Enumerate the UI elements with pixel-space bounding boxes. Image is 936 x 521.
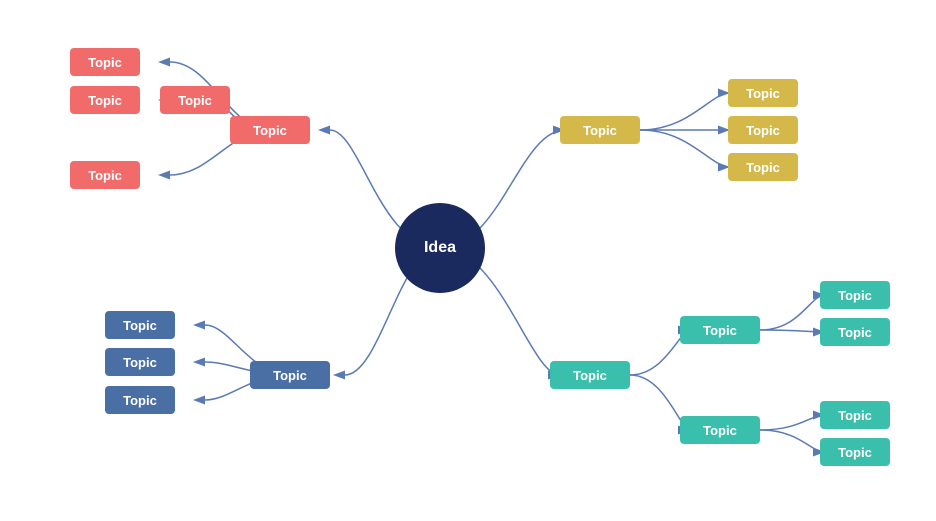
topic-label: Topic <box>746 160 780 175</box>
bottom-left-child-2[interactable]: Topic <box>105 348 175 376</box>
topic-label: Topic <box>123 318 157 333</box>
center-idea-node[interactable]: Idea <box>395 203 485 293</box>
topic-label: Topic <box>178 93 212 108</box>
bottom-right-child-3[interactable]: Topic <box>820 401 890 429</box>
bottom-right-child-4[interactable]: Topic <box>820 438 890 466</box>
top-left-mid-node[interactable]: Topic <box>230 116 310 144</box>
bottom-right-sub-top[interactable]: Topic <box>680 316 760 344</box>
topic-label: Topic <box>746 86 780 101</box>
topic-label: Topic <box>838 408 872 423</box>
topic-label: Topic <box>703 323 737 338</box>
topic-label: Topic <box>703 423 737 438</box>
top-right-child-1[interactable]: Topic <box>728 79 798 107</box>
top-left-child-3[interactable]: Topic <box>160 86 230 114</box>
topic-label: Topic <box>253 123 287 138</box>
bottom-right-child-1[interactable]: Topic <box>820 281 890 309</box>
bottom-left-child-3[interactable]: Topic <box>105 386 175 414</box>
topic-label: Topic <box>273 368 307 383</box>
topic-label: Topic <box>123 393 157 408</box>
bottom-left-mid-node[interactable]: Topic <box>250 361 330 389</box>
topic-label: Topic <box>88 55 122 70</box>
top-right-child-3[interactable]: Topic <box>728 153 798 181</box>
top-right-mid-node[interactable]: Topic <box>560 116 640 144</box>
topic-label: Topic <box>838 288 872 303</box>
topic-label: Topic <box>88 168 122 183</box>
topic-label: Topic <box>838 445 872 460</box>
top-right-child-2[interactable]: Topic <box>728 116 798 144</box>
topic-label: Topic <box>123 355 157 370</box>
center-idea-label: Idea <box>424 239 456 257</box>
bottom-right-child-2[interactable]: Topic <box>820 318 890 346</box>
bottom-right-sub-bottom[interactable]: Topic <box>680 416 760 444</box>
top-left-child-4[interactable]: Topic <box>70 161 140 189</box>
top-left-child-2[interactable]: Topic <box>70 86 140 114</box>
topic-label: Topic <box>746 123 780 138</box>
topic-label: Topic <box>573 368 607 383</box>
top-left-child-1[interactable]: Topic <box>70 48 140 76</box>
topic-label: Topic <box>838 325 872 340</box>
topic-label: Topic <box>583 123 617 138</box>
bottom-left-child-1[interactable]: Topic <box>105 311 175 339</box>
topic-label: Topic <box>88 93 122 108</box>
bottom-right-mid-node[interactable]: Topic <box>550 361 630 389</box>
